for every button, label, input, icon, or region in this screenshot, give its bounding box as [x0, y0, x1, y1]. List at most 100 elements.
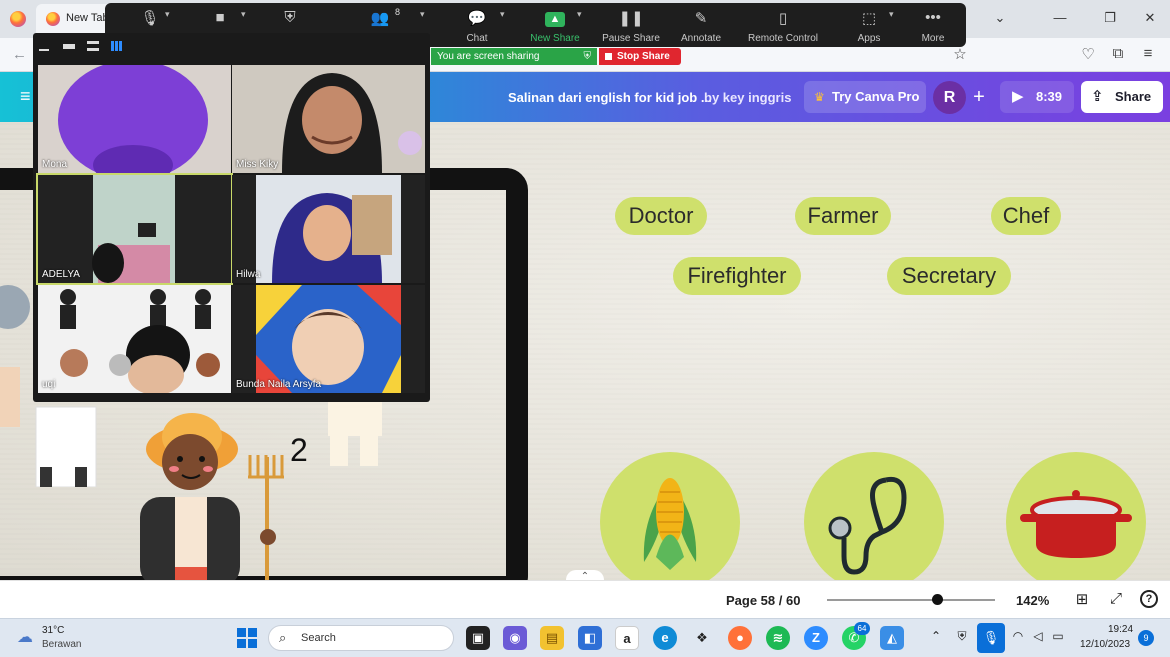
taskbar-search-input[interactable]: ⌕ Search — [268, 625, 454, 651]
wifi-icon[interactable]: ◠ — [1010, 629, 1026, 643]
apps-label: Apps — [857, 33, 881, 44]
participant-video — [282, 73, 422, 173]
menu-icon[interactable]: ≡ — [1138, 45, 1158, 62]
apps-button[interactable]: ⬚ Apps ▾ — [849, 3, 894, 47]
chevron-down-icon[interactable]: ▾ — [165, 9, 170, 20]
job-word-secretary[interactable]: Secretary — [887, 257, 1011, 295]
screen-sharing-banner: You are screen sharing ⛨ — [431, 48, 597, 65]
chevron-down-icon[interactable]: ⌄ — [990, 8, 1010, 28]
job-word-firefighter[interactable]: Firefighter — [673, 257, 801, 295]
annotate-label: Annotate — [680, 33, 722, 44]
chevron-down-icon[interactable]: ▾ — [420, 9, 425, 20]
annotate-button[interactable]: ✎ Annotate — [673, 3, 729, 47]
zoom-level[interactable]: 142% — [1016, 593, 1049, 608]
microphone-icon[interactable]: 🎙 — [977, 623, 1005, 653]
job-word-chef[interactable]: Chef — [991, 197, 1061, 235]
chevron-up-icon[interactable]: ⌃ — [566, 570, 604, 580]
job-word-farmer[interactable]: Farmer — [795, 197, 891, 235]
volume-icon[interactable]: ◁ — [1030, 629, 1046, 643]
video-tile-bunda-naila-arsyfa[interactable]: Bunda Naila Arsyfa — [232, 285, 425, 393]
pause-share-button[interactable]: ❚❚ Pause Share — [601, 3, 661, 47]
apps-icon: ⬚ — [861, 10, 877, 27]
gallery-grid-icon[interactable] — [111, 41, 123, 51]
video-tile-hilwa[interactable]: Hilwa — [232, 175, 425, 283]
grid-view-icon[interactable]: ⊞ — [1072, 590, 1092, 608]
pause-share-label: Pause Share — [602, 33, 660, 44]
video-tile-uqi[interactable]: uqi — [38, 285, 231, 393]
corn-icon — [643, 478, 697, 570]
stethoscope-picture[interactable] — [804, 452, 944, 580]
video-tile-miss-kiky[interactable]: Miss Kiky — [232, 65, 425, 173]
photos-icon[interactable]: ◭ — [880, 626, 904, 650]
teams-icon[interactable]: ◉ — [503, 626, 527, 650]
extensions-icon[interactable]: ⧉ — [1108, 45, 1128, 62]
security-tray-icon[interactable]: ⛨ — [954, 629, 970, 644]
notification-badge[interactable]: 9 — [1138, 630, 1154, 646]
chevron-down-icon[interactable]: ▾ — [500, 9, 505, 20]
chevron-down-icon[interactable]: ▾ — [889, 9, 894, 20]
crown-icon: ♛ — [814, 90, 825, 104]
back-arrow-icon[interactable]: ← — [12, 46, 27, 63]
minimize-icon[interactable]: — — [1050, 8, 1070, 28]
chat-icon: 💬 — [467, 10, 487, 27]
page-indicator[interactable]: Page 58 / 60 — [726, 593, 800, 608]
cooking-pot-icon — [1020, 490, 1132, 558]
participant-name: Hilwa — [236, 269, 261, 280]
corn-picture[interactable] — [600, 452, 740, 580]
zoom-slider-thumb[interactable] — [932, 594, 944, 605]
clock-time[interactable]: 19:24 — [1108, 624, 1133, 635]
mouse-icon: ▯ — [778, 10, 788, 27]
farmer-character-graphic — [140, 413, 284, 580]
chevron-down-icon[interactable]: ▾ — [241, 9, 246, 20]
firefox-taskbar-icon[interactable]: ● — [728, 626, 752, 650]
star-icon[interactable]: ☆ — [950, 45, 970, 63]
new-share-button[interactable]: ▲ New Share ▾ — [525, 3, 585, 47]
maximize-icon[interactable]: ❐ — [1100, 8, 1120, 28]
job-word-doctor[interactable]: Doctor — [615, 197, 707, 235]
whatsapp-badge: 64 — [854, 622, 870, 635]
participant-name: Miss Kiky — [236, 159, 279, 170]
chat-button[interactable]: 💬 Chat ▾ — [450, 3, 504, 47]
chevron-down-icon[interactable]: ▾ — [577, 9, 582, 20]
windows-start-icon[interactable] — [237, 628, 257, 648]
avatar[interactable]: R — [933, 81, 966, 114]
video-tile-mona[interactable]: Mona — [38, 65, 231, 173]
amazon-icon[interactable]: a — [615, 626, 639, 650]
remote-control-button[interactable]: ▯ Remote Control — [745, 3, 821, 47]
present-button[interactable]: ▶ 8:39 — [1000, 81, 1074, 113]
add-member-icon[interactable]: + — [968, 84, 990, 110]
video-tile-adelya[interactable]: ADELYA — [36, 173, 233, 285]
speaker-view-icon[interactable] — [87, 41, 99, 51]
firefox-logo-icon[interactable] — [10, 11, 26, 27]
file-explorer-icon[interactable]: ▤ — [540, 626, 564, 650]
tab-new-tab[interactable]: New Tab — [36, 4, 114, 34]
battery-icon[interactable]: ▭ — [1050, 629, 1066, 643]
close-icon[interactable]: ✕ — [1140, 8, 1160, 28]
task-view-icon[interactable]: ▣ — [466, 626, 490, 650]
spotify-icon[interactable]: ≋ — [766, 626, 790, 650]
hamburger-menu-icon[interactable]: ≡ — [20, 86, 31, 107]
weather-icon[interactable]: ☁ — [14, 627, 36, 649]
help-icon[interactable]: ? — [1140, 590, 1158, 608]
more-button[interactable]: ••• More — [913, 3, 953, 47]
participants-count: 8 — [395, 7, 401, 17]
weather-description: Berawan — [42, 639, 82, 650]
document-title[interactable]: Salinan dari english for kid job ... — [508, 90, 712, 105]
minimize-view-icon[interactable] — [39, 41, 49, 51]
try-canva-pro-button[interactable]: ♛ Try Canva Pro — [804, 81, 926, 113]
chevron-up-tray-icon[interactable]: ⌃ — [928, 629, 944, 643]
pocket-icon[interactable]: ♡ — [1078, 45, 1098, 63]
stop-share-button[interactable]: Stop Share — [599, 48, 681, 65]
zoom-gallery-window[interactable]: Mona Miss Kiky ADELYA Hilwa uqi Bunda Na… — [33, 33, 430, 402]
zoom-app-icon[interactable]: Z — [804, 626, 828, 650]
dropbox-icon[interactable]: ❖ — [690, 626, 714, 650]
edge-icon[interactable]: e — [653, 626, 677, 650]
strip-view-icon[interactable] — [63, 44, 75, 49]
fullscreen-icon[interactable]: ⤢ — [1106, 590, 1126, 607]
participants-icon: 👥 — [370, 10, 390, 27]
store-icon[interactable]: ◧ — [578, 626, 602, 650]
share-button[interactable]: ⇪ Share — [1081, 81, 1163, 113]
cooking-pot-picture[interactable] — [1006, 452, 1146, 580]
clock-date[interactable]: 12/10/2023 — [1080, 639, 1130, 650]
zoom-slider[interactable] — [827, 599, 995, 601]
